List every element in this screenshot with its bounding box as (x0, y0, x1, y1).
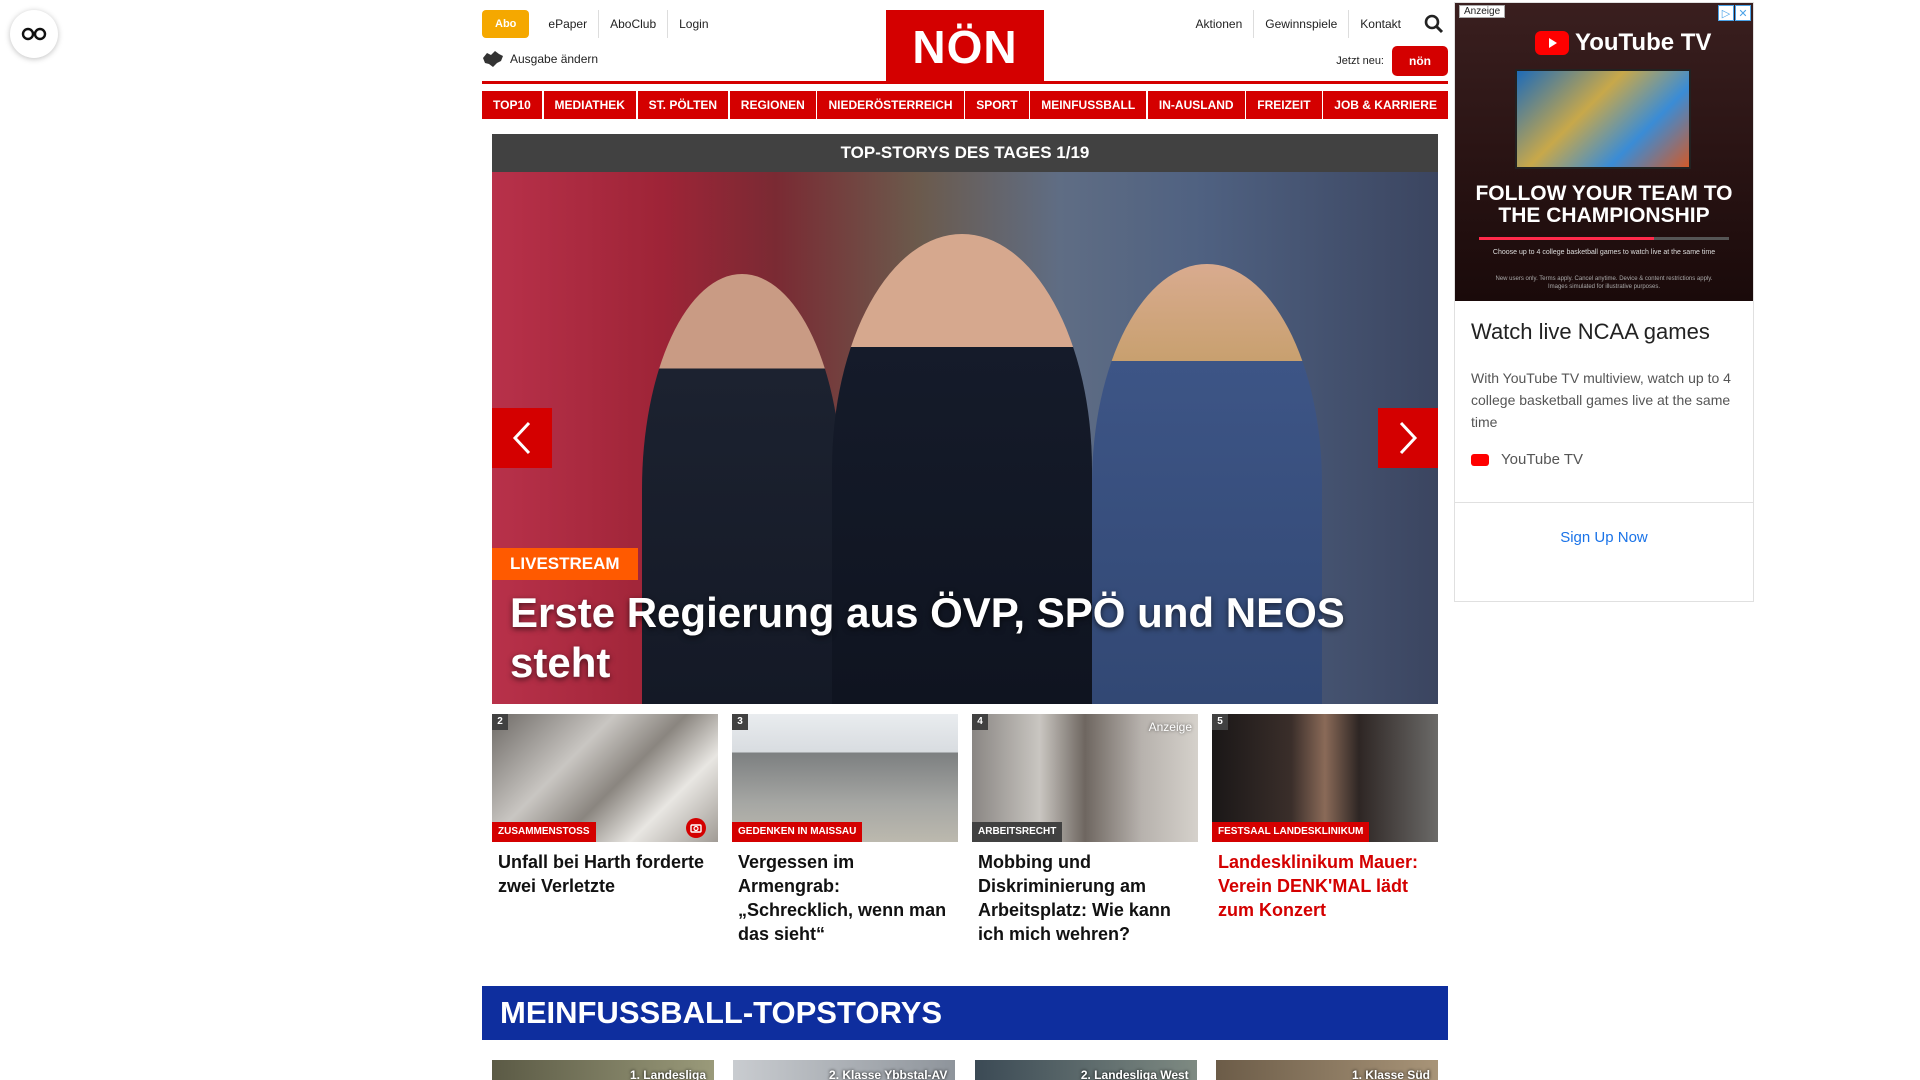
ad-headline: FOLLOW YOUR TEAM TO THE CHAMPIONSHIP (1475, 182, 1733, 227)
story-tag: GEDENKEN IN MAISSAU (732, 822, 863, 842)
gewinnspiele-link[interactable]: Gewinnspiele (1253, 10, 1348, 38)
adchoices-icon[interactable]: ▷ (1718, 5, 1734, 21)
story-number: 4 (972, 714, 988, 730)
site-header: Abo ePaper AboClub Login Ausgabe ändern … (482, 0, 1448, 84)
story-tag: ZUSAMMENSTOSS (492, 822, 596, 842)
jetzt-neu-label: Jetzt neu: (1336, 55, 1384, 67)
ad-text: With YouTube TV multiview, watch up to 4… (1471, 370, 1731, 430)
mf-card-league: 1. Klasse Süd (1351, 1068, 1430, 1080)
story-image[interactable]: 2 ZUSAMMENSTOSS (492, 714, 718, 842)
youtube-tv-logo: YouTube TV (1535, 29, 1711, 57)
story-title[interactable]: Vergessen im Armengrab: „Schrecklich, we… (732, 850, 958, 946)
ad-progress (1479, 237, 1729, 240)
hero-image[interactable]: LIVESTREAM Erste Regierung aus ÖVP, SPÖ … (492, 172, 1438, 704)
sign-up-button[interactable]: Sign Up Now (1455, 503, 1753, 546)
story-image[interactable]: 3 GEDENKEN IN MAISSAU (732, 714, 958, 842)
mf-card[interactable]: 2. Landesliga West (974, 1060, 1197, 1080)
noen-logo[interactable]: NÖN (886, 10, 1044, 84)
hero-headline[interactable]: Erste Regierung aus ÖVP, SPÖ und NEOS st… (510, 588, 1410, 688)
nav-mediathek[interactable]: MEDIATHEK (543, 91, 636, 119)
story-title[interactable]: Landesklinikum Mauer: Verein DENK'MAL lä… (1212, 850, 1438, 922)
ad-choices[interactable]: ▷ ✕ (1717, 5, 1751, 21)
ad-fine-print: New users only. Terms apply. Cancel anyt… (1495, 276, 1713, 290)
login-link[interactable]: Login (667, 10, 719, 38)
story-tag: ARBEITSRECHT (972, 822, 1063, 842)
meinfussball-banner[interactable]: MEINFUSSBALL-TOPSTORYS (482, 986, 1448, 1040)
ad-brand: YouTube TV (1575, 29, 1712, 56)
nav-st-poelten[interactable]: ST. PÖLTEN (637, 91, 729, 119)
top-right-links: Aktionen Gewinnspiele Kontakt (1185, 10, 1448, 38)
story-number: 2 (492, 714, 508, 730)
ad-creative[interactable]: Anzeige ▷ ✕ YouTube TV FOLLOW YOUR TEAM T… (1455, 3, 1753, 301)
story-tag: FESTSAAL LANDESKLINIKUM (1212, 822, 1370, 842)
ad-advertiser[interactable]: YouTube TV (1471, 451, 1737, 468)
nav-meinfussball[interactable]: MEINFUSSBALL (1030, 91, 1147, 119)
noen-app-badge[interactable]: nön (1392, 46, 1448, 76)
close-icon[interactable]: ✕ (1735, 5, 1751, 21)
mf-card[interactable]: 2. Klasse Ybbstal-AV (733, 1060, 956, 1080)
top-stories-carousel: TOP-STORYS DES TAGES 1/19 LIVESTREAM Ers… (492, 134, 1438, 704)
mf-card[interactable]: 1. Klasse Süd (1215, 1060, 1438, 1080)
camera-icon (686, 818, 706, 838)
glasses-icon (21, 27, 47, 41)
ad-title[interactable]: Watch live NCAA games (1471, 319, 1737, 345)
meinfussball-cards: 1. Landesliga 2. Klasse Ybbstal-AV 2. La… (492, 1060, 1438, 1080)
story-row: 2 ZUSAMMENSTOSS Unfall bei Harth fordert… (492, 714, 1438, 946)
ausgabe-label: Ausgabe ändern (510, 52, 599, 66)
story-image[interactable]: 5 FESTSAAL LANDESKLINIKUM (1212, 714, 1438, 842)
mf-card-league: 2. Klasse Ybbstal-AV (829, 1068, 948, 1080)
anzeige-label: Anzeige (1148, 720, 1192, 734)
nav-top10[interactable]: TOP10 (482, 91, 542, 119)
jetzt-neu: Jetzt neu: nön (1336, 46, 1448, 76)
story-card[interactable]: 3 GEDENKEN IN MAISSAU Vergessen im Armen… (732, 714, 958, 946)
story-image[interactable]: 4 Anzeige ARBEITSRECHT (972, 714, 1198, 842)
ad-body: Watch live NCAA games With YouTube TV mu… (1455, 301, 1753, 484)
carousel-prev-button[interactable] (492, 408, 552, 468)
nav-freizeit[interactable]: FREIZEIT (1246, 91, 1322, 119)
youtube-icon (1471, 453, 1489, 466)
abo-button[interactable]: Abo (482, 10, 530, 38)
story-number: 3 (732, 714, 748, 730)
story-title[interactable]: Unfall bei Harth forderte zwei Verletzte (492, 850, 718, 898)
multiview-screen (1515, 69, 1691, 169)
search-icon[interactable] (1420, 10, 1448, 38)
carousel-title: TOP-STORYS DES TAGES 1/19 (492, 134, 1438, 172)
nav-job-karriere[interactable]: JOB & KARRIERE (1323, 91, 1448, 119)
nav-sport[interactable]: SPORT (965, 91, 1029, 119)
play-icon (1535, 31, 1569, 55)
nav-niederoesterreich[interactable]: NIEDERÖSTERREICH (817, 91, 964, 119)
ad-label: Anzeige (1459, 5, 1506, 18)
aktionen-link[interactable]: Aktionen (1185, 10, 1254, 38)
chevron-right-icon (1399, 421, 1418, 455)
reader-mode-button[interactable] (10, 10, 58, 58)
main-nav: TOP10 MEDIATHEK ST. PÖLTEN REGIONEN NIED… (482, 91, 1448, 119)
story-title[interactable]: Mobbing und Diskriminierung am Arbeitspl… (972, 850, 1198, 946)
story-card[interactable]: 5 FESTSAAL LANDESKLINIKUM Landesklinikum… (1212, 714, 1438, 946)
kontakt-link[interactable]: Kontakt (1348, 10, 1412, 38)
ad-small-text: Choose up to 4 college basketball games … (1492, 249, 1716, 256)
livestream-tag: LIVESTREAM (492, 548, 638, 580)
nav-in-ausland[interactable]: IN-AUSLAND (1147, 91, 1245, 119)
story-card[interactable]: 4 Anzeige ARBEITSRECHT Mobbing und Diskr… (972, 714, 1198, 946)
map-icon (483, 51, 503, 67)
mf-card-league: 2. Landesliga West (1080, 1068, 1189, 1080)
nav-regionen[interactable]: REGIONEN (729, 91, 816, 119)
aboclub-link[interactable]: AboClub (598, 10, 667, 38)
ad-sidebar[interactable]: Anzeige ▷ ✕ YouTube TV FOLLOW YOUR TEAM T… (1454, 2, 1754, 602)
mf-card[interactable]: 1. Landesliga (492, 1060, 714, 1080)
story-card[interactable]: 2 ZUSAMMENSTOSS Unfall bei Harth fordert… (492, 714, 718, 946)
top-left-links: Abo ePaper AboClub Login (482, 10, 720, 38)
main-column: Abo ePaper AboClub Login Ausgabe ändern … (482, 0, 1448, 1080)
mf-card-league: 1. Landesliga (629, 1068, 706, 1080)
carousel-next-button[interactable] (1378, 408, 1438, 468)
ad-advertiser-name: YouTube TV (1501, 451, 1584, 468)
chevron-left-icon (512, 421, 531, 455)
ausgabe-aendern-link[interactable]: Ausgabe ändern (482, 50, 598, 68)
epaper-link[interactable]: ePaper (537, 10, 598, 38)
story-number: 5 (1212, 714, 1228, 730)
